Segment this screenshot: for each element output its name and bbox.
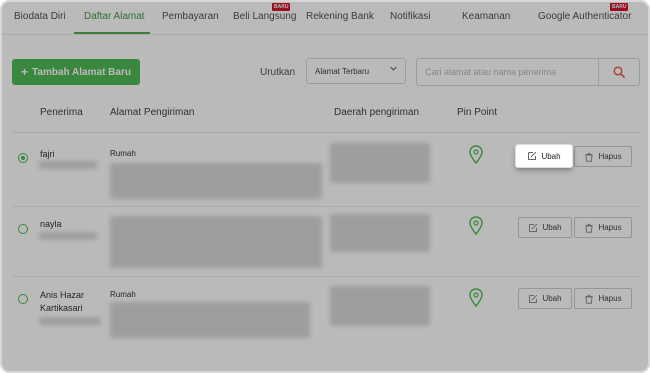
recipient-name: fajri	[40, 149, 55, 159]
column-header-pin-point: Pin Point	[457, 107, 498, 118]
new-badge: BARU	[272, 3, 291, 11]
edit-button-highlighted[interactable]: Ubah	[516, 145, 572, 167]
search-box	[416, 58, 640, 86]
redacted-phone	[39, 232, 97, 240]
delete-label: Hapus	[598, 152, 622, 161]
address-radio[interactable]	[18, 153, 28, 163]
delete-button[interactable]: Hapus	[574, 288, 632, 309]
redacted-region	[330, 143, 430, 183]
tab-notifikasi[interactable]: Notifikasi	[390, 11, 431, 22]
redacted-region	[330, 214, 430, 252]
address-list-page: Biodata Diri Daftar Alamat Pembayaran Be…	[0, 0, 650, 373]
edit-label: Ubah	[542, 294, 562, 303]
delete-button[interactable]: Hapus	[574, 146, 632, 167]
map-pin-icon[interactable]	[469, 145, 483, 165]
edit-icon	[529, 294, 538, 303]
active-tab-indicator	[74, 32, 150, 34]
redacted-address	[110, 163, 322, 199]
redacted-address	[110, 302, 310, 338]
search-input[interactable]	[417, 59, 599, 85]
address-label: Rumah	[110, 149, 136, 158]
add-address-button[interactable]: + Tambah Alamat Baru	[12, 59, 140, 85]
edit-button[interactable]: Ubah	[518, 217, 572, 238]
redacted-address	[110, 216, 322, 268]
map-pin-icon[interactable]	[469, 216, 483, 236]
settings-tabs: Biodata Diri Daftar Alamat Pembayaran Be…	[0, 0, 650, 35]
edit-icon	[528, 151, 537, 160]
tab-google-authenticator[interactable]: Google Authenticator	[538, 11, 631, 22]
search-icon	[613, 66, 625, 78]
delete-button[interactable]: Hapus	[574, 217, 632, 238]
edit-icon	[529, 223, 538, 232]
recipient-name: nayla	[40, 219, 62, 229]
new-badge: BARU	[610, 3, 629, 11]
redacted-region	[330, 286, 430, 326]
tab-beli-langsung[interactable]: Beli Langsung	[233, 11, 296, 22]
tab-pembayaran[interactable]: Pembayaran	[162, 11, 219, 22]
address-radio[interactable]	[18, 294, 28, 304]
edit-label: Ubah	[541, 151, 561, 161]
column-header-alamat: Alamat Pengiriman	[110, 107, 195, 118]
trash-icon	[585, 152, 593, 162]
tab-biodata-diri[interactable]: Biodata Diri	[14, 11, 66, 22]
plus-icon: +	[21, 65, 29, 79]
tab-daftar-alamat[interactable]: Daftar Alamat	[84, 11, 145, 22]
delete-label: Hapus	[598, 223, 622, 232]
address-label: Rumah	[110, 290, 136, 299]
trash-icon	[585, 294, 593, 304]
tab-keamanan[interactable]: Keamanan	[462, 11, 510, 22]
table-row: nayla Ubah Hapus	[12, 206, 640, 277]
address-radio[interactable]	[18, 224, 28, 234]
edit-label: Ubah	[542, 223, 562, 232]
table-row: Anis Hazar Kartikasari Rumah Ubah Hapus	[12, 276, 640, 348]
map-pin-icon[interactable]	[469, 288, 483, 308]
sort-selected-value: Alamat Terbaru	[315, 66, 370, 76]
sort-label: Urutkan	[260, 67, 296, 78]
column-header-daerah: Daerah pengiriman	[334, 107, 420, 118]
redacted-phone	[39, 161, 97, 169]
sort-select[interactable]: Alamat Terbaru	[306, 58, 406, 84]
edit-button[interactable]: Ubah	[518, 288, 572, 309]
trash-icon	[585, 223, 593, 233]
chevron-down-icon	[390, 66, 397, 71]
search-button[interactable]	[598, 59, 639, 85]
tab-rekening-bank[interactable]: Rekening Bank	[306, 11, 374, 22]
recipient-name: Anis Hazar Kartikasari	[40, 290, 85, 313]
add-address-label: Tambah Alamat Baru	[32, 66, 131, 78]
column-header-penerima: Penerima	[40, 107, 83, 118]
delete-label: Hapus	[598, 294, 622, 303]
table-header: Penerima Alamat Pengiriman Daerah pengir…	[12, 100, 640, 133]
redacted-phone	[39, 317, 101, 325]
